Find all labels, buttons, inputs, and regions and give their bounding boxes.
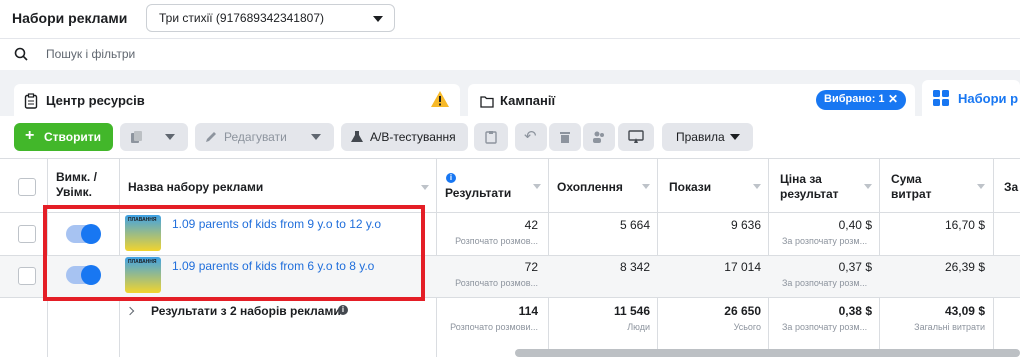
row-checkbox[interactable] [18,225,36,243]
sort-icon[interactable] [421,185,429,190]
column-header-reach[interactable]: Охоплення [557,180,623,194]
results-value: 72 [524,260,538,274]
ab-test-label: A/B-тестування [370,130,456,144]
select-all-checkbox[interactable] [18,178,36,196]
tab-adsets-label: Набори р [958,91,1019,106]
warning-icon [431,91,449,107]
rules-button[interactable]: Правила [662,123,753,151]
highlight-box [43,205,425,301]
column-header-cpr[interactable]: Ціна за результат [780,172,850,202]
summary-impressions-sub: Усього [733,322,761,332]
column-header-name[interactable]: Назва набору реклами [128,180,263,194]
undo-button[interactable]: ↶ [515,123,547,151]
column-header-toggle[interactable]: Вимк. / Увімк. [56,170,116,200]
column-header-spent[interactable]: Сума витрат [891,172,951,202]
cpr-value: 0,37 $ [838,260,872,274]
results-sub: Розпочато розмов... [455,236,538,246]
selected-badge-label: Вибрано: 1 [824,93,885,105]
people-icon [593,131,604,143]
selected-badge[interactable]: Вибрано: 1 ✕ [816,90,906,110]
search-input[interactable]: Пошук і фільтри [46,47,135,61]
summary-results: 114 [518,304,538,318]
delete-button[interactable] [549,123,581,151]
plus-icon: + [25,127,35,144]
audience-button[interactable] [583,123,615,151]
sort-icon[interactable] [642,184,650,189]
sort-icon[interactable] [533,184,541,189]
preview-button[interactable] [618,123,654,151]
chevron-down-icon [311,134,321,140]
summary-reach-sub: Люди [627,322,650,332]
results-value: 42 [524,218,538,232]
spent-value: 16,70 $ [944,218,985,232]
clipboard-icon [485,131,497,144]
sort-icon[interactable] [977,184,985,189]
summary-cpr: 0,38 $ [838,304,872,318]
grid-icon [933,90,949,106]
summary-reach: 11 546 [613,304,650,318]
column-header-results[interactable]: Результати [445,186,511,200]
duplicate-button[interactable] [120,123,188,151]
create-button[interactable]: + Створити [14,123,113,151]
top-bar: Набори реклами Три стихії (9176893423418… [0,0,1020,38]
preview-icon [628,130,644,143]
pencil-icon [206,132,216,142]
search-bar[interactable]: Пошук і фільтри [0,38,1020,70]
results-sub: Розпочато розмов... [455,278,538,288]
reach-value: 5 664 [619,218,650,232]
account-select[interactable]: Три стихії (917689342341807) [146,4,395,32]
trash-icon [560,132,570,143]
chevron-down-icon [373,16,383,22]
impressions-value: 9 636 [730,218,761,232]
page-title: Набори реклами [12,10,128,26]
summary-spent-sub: Загальні витрати [914,322,985,332]
summary-impressions: 26 650 [724,304,761,318]
summary-cpr-sub: За розпочату розм... [782,322,868,332]
tab-campaigns-label: Кампанії [500,93,556,108]
cpr-value: 0,40 $ [838,218,872,232]
search-icon [14,47,28,61]
summary-label: Результати з 2 наборів реклами [151,304,341,318]
report-button[interactable] [474,123,508,151]
tab-adsets[interactable]: Набори р [922,80,1020,120]
close-icon[interactable]: ✕ [888,92,898,106]
spent-value: 26,39 $ [944,260,985,274]
column-header-more[interactable]: За [1004,180,1018,194]
edit-label: Редагувати [224,130,287,144]
reach-value: 8 342 [619,260,650,274]
chevron-down-icon [165,134,175,140]
edit-button[interactable]: Редагувати [195,123,334,151]
account-select-value: Три стихії (917689342341807) [159,11,324,25]
rules-label: Правила [676,130,725,144]
cpr-sub: За розпочату розм... [782,236,868,246]
create-label: Створити [44,130,102,144]
folder-icon [480,96,494,108]
undo-icon: ↶ [524,128,537,145]
column-header-impressions[interactable]: Покази [669,180,711,194]
chevron-down-icon [730,134,740,140]
summary-results-sub: Розпочато розмови... [450,322,538,332]
sort-icon[interactable] [864,184,872,189]
summary-spent: 43,09 $ [944,304,985,318]
sort-icon[interactable] [753,184,761,189]
clipboard-icon [24,93,38,109]
ab-test-button[interactable]: A/B-тестування [341,123,468,151]
divider [0,158,1020,159]
impressions-value: 17 014 [724,260,761,274]
tab-resources-label: Центр ресурсів [46,93,145,108]
info-icon[interactable]: i [446,173,456,183]
row-checkbox[interactable] [18,267,36,285]
flask-icon [351,131,363,142]
horizontal-scrollbar[interactable] [515,349,1020,357]
duplicate-icon [131,131,142,143]
cpr-sub: За розпочату розм... [782,278,868,288]
info-icon[interactable]: i [338,305,348,315]
